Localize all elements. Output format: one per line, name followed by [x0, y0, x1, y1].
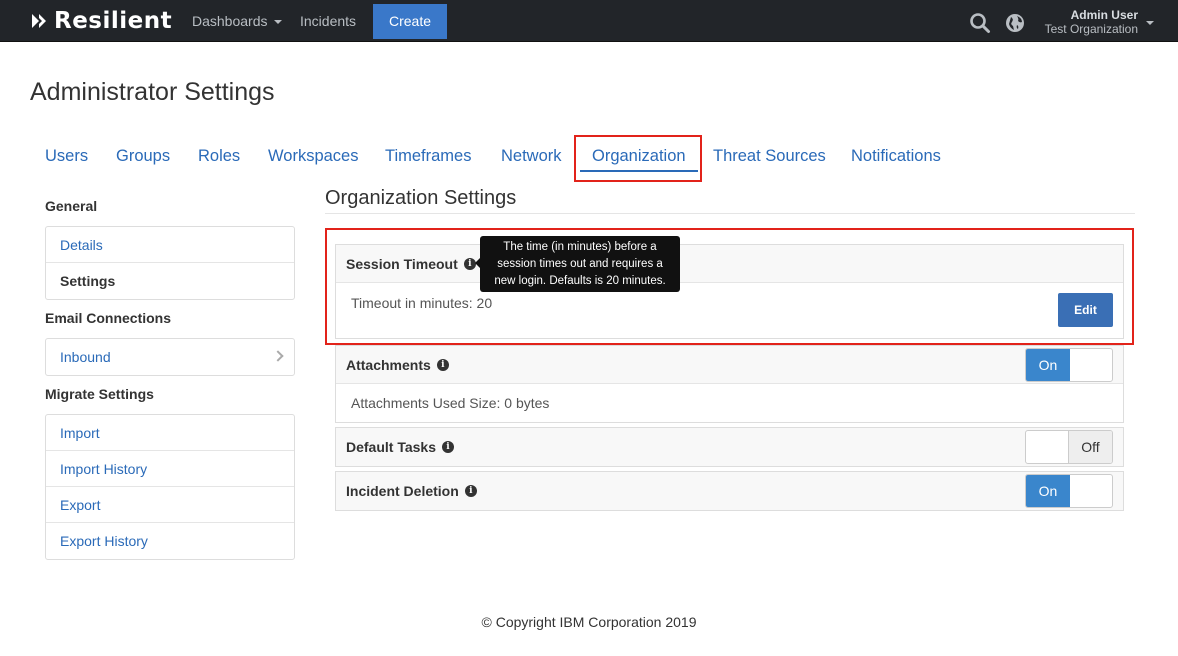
session-timeout-tooltip: The time (in minutes) before a session t…	[480, 236, 680, 292]
attachments-label: Attachments i	[346, 357, 449, 373]
user-name: Admin User	[1070, 8, 1138, 22]
top-navbar: Resilient Dashboards Incidents Create Ad…	[0, 0, 1178, 42]
session-highlight-box	[325, 228, 1134, 345]
brand-logo[interactable]: Resilient	[30, 8, 173, 34]
incident-deletion-header: Incident Deletion i On	[336, 472, 1123, 510]
tab-highlight-box	[574, 135, 702, 182]
toggle-off-label: Off	[1068, 431, 1112, 463]
default-tasks-panel: Default Tasks i Off	[335, 427, 1124, 467]
sidebar-item-export-history[interactable]: Export History	[46, 523, 294, 559]
user-organization: Test Organization	[1044, 22, 1138, 36]
user-menu[interactable]: Admin User Test Organization	[1045, 8, 1138, 36]
sidebar-heading-email: Email Connections	[45, 310, 172, 326]
footer-copyright: © Copyright IBM Corporation 2019	[481, 614, 697, 630]
sidebar-item-inbound[interactable]: Inbound	[46, 339, 294, 375]
tooltip-line: session times out and requires a	[497, 258, 663, 270]
info-icon[interactable]: i	[436, 359, 449, 372]
sidebar-heading-general: General	[45, 198, 98, 214]
section-title: Organization Settings	[325, 187, 517, 209]
default-tasks-header: Default Tasks i Off	[336, 428, 1123, 466]
resilient-logo-icon	[30, 12, 48, 30]
default-tasks-toggle[interactable]: Off	[1025, 430, 1113, 464]
attachments-toggle[interactable]: On	[1025, 348, 1113, 382]
sidebar-heading-migrate: Migrate Settings	[45, 386, 154, 402]
sidebar-item-import-history[interactable]: Import History	[46, 451, 294, 487]
tab-roles[interactable]: Roles	[198, 146, 240, 170]
tab-groups[interactable]: Groups	[116, 146, 170, 170]
sidebar-group-general: Details Settings	[45, 226, 295, 300]
attachments-title: Attachments	[346, 357, 431, 373]
incident-deletion-panel: Incident Deletion i On	[335, 471, 1124, 511]
tab-timeframes[interactable]: Timeframes	[385, 146, 471, 170]
section-divider	[325, 213, 1135, 214]
attachments-header: Attachments i On	[336, 346, 1123, 384]
default-tasks-label: Default Tasks i	[346, 439, 454, 455]
info-icon[interactable]: i	[442, 441, 454, 454]
incident-deletion-label: Incident Deletion i	[346, 483, 477, 499]
sidebar-item-settings[interactable]: Settings	[46, 263, 294, 299]
tooltip-line: new login. Defaults is 20 minutes.	[494, 275, 666, 287]
page-title: Administrator Settings	[30, 78, 275, 106]
attachments-used-size: Attachments Used Size: 0 bytes	[351, 395, 550, 411]
toggle-on-label: On	[1026, 475, 1070, 507]
sidebar-item-import[interactable]: Import	[46, 415, 294, 451]
user-menu-caret-icon[interactable]	[1146, 21, 1154, 25]
sidebar-group-email: Inbound	[45, 338, 295, 376]
attachments-body: Attachments Used Size: 0 bytes	[336, 384, 1123, 422]
tab-threat-sources[interactable]: Threat Sources	[713, 146, 826, 170]
sidebar-item-export[interactable]: Export	[46, 487, 294, 523]
chevron-right-icon	[272, 350, 284, 362]
attachments-panel: Attachments i On Attachments Used Size: 0…	[335, 345, 1124, 423]
globe-icon[interactable]	[1005, 13, 1025, 33]
caret-down-icon	[274, 20, 283, 25]
default-tasks-title: Default Tasks	[346, 439, 436, 455]
tooltip-line: The time (in minutes) before a	[503, 241, 657, 253]
sidebar-group-migrate: Import Import History Export Export Hist…	[45, 414, 295, 560]
search-icon[interactable]	[969, 12, 991, 34]
nav-dashboards-label: Dashboards	[192, 13, 268, 29]
toggle-on-label: On	[1026, 349, 1070, 381]
info-icon[interactable]: i	[464, 485, 477, 498]
incident-deletion-title: Incident Deletion	[346, 483, 459, 499]
sidebar-item-details[interactable]: Details	[46, 227, 294, 263]
tab-notifications[interactable]: Notifications	[851, 146, 941, 170]
tab-users[interactable]: Users	[45, 146, 88, 170]
brand-name: Resilient	[54, 8, 173, 34]
incident-deletion-toggle[interactable]: On	[1025, 474, 1113, 508]
tab-workspaces[interactable]: Workspaces	[268, 146, 358, 170]
create-button[interactable]: Create	[373, 4, 447, 39]
sidebar-item-inbound-label: Inbound	[60, 349, 111, 365]
nav-incidents[interactable]: Incidents	[300, 0, 356, 42]
nav-dashboards[interactable]: Dashboards	[192, 0, 283, 42]
tab-network[interactable]: Network	[501, 146, 562, 170]
